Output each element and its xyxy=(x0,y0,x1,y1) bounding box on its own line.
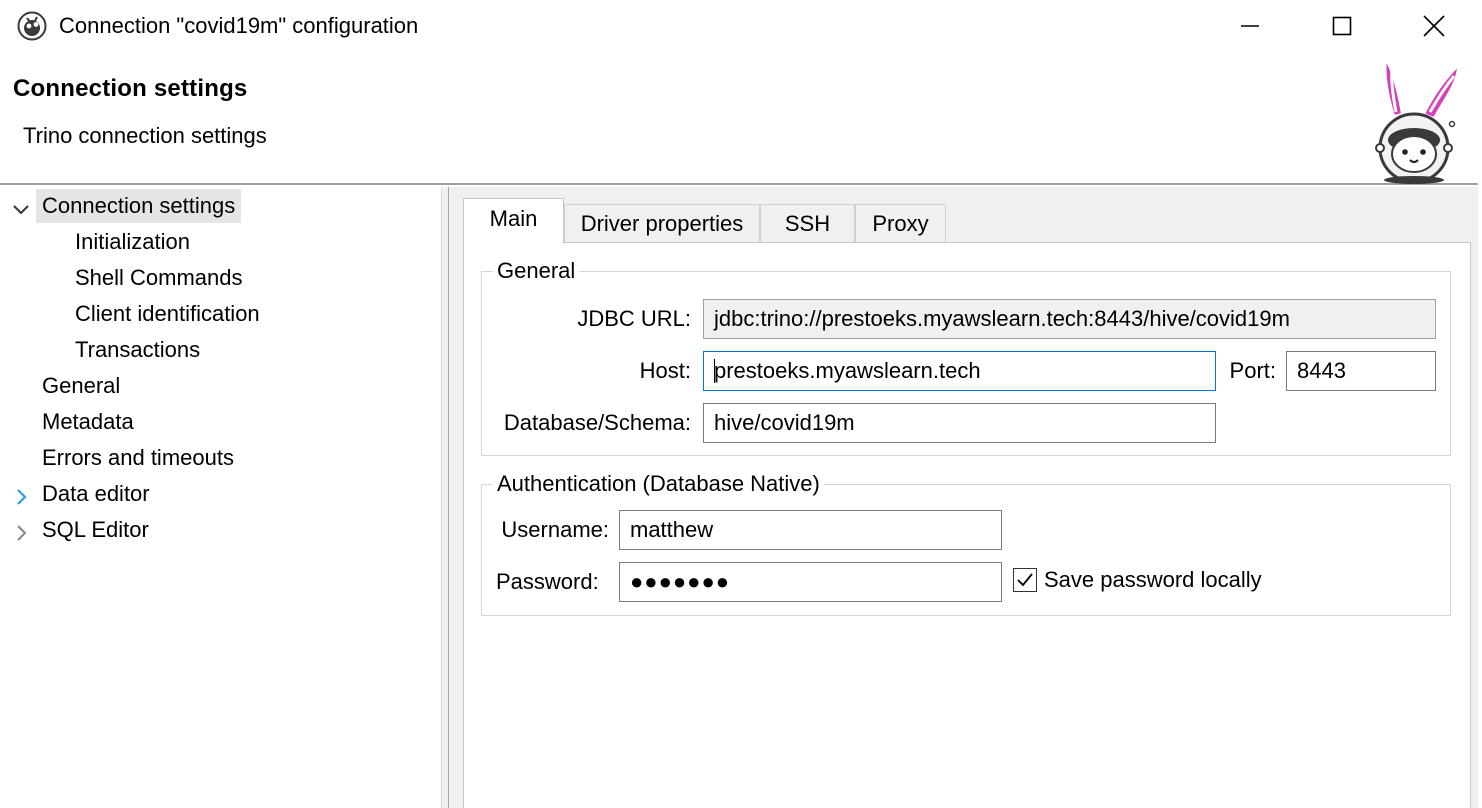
tab-ssh[interactable]: SSH xyxy=(760,204,855,242)
maximize-button[interactable] xyxy=(1296,0,1388,52)
dbeaver-icon xyxy=(17,11,47,41)
general-group: General JDBC URL: jdbc:trino://prestoeks… xyxy=(481,258,1451,456)
tab-main[interactable]: Main xyxy=(463,198,564,244)
jdbc-url-label: JDBC URL: xyxy=(577,306,691,331)
nav-item-transactions[interactable]: Transactions xyxy=(75,333,200,367)
nav-item-label: Connection settings xyxy=(42,193,236,218)
nav-item-errors-and-timeouts[interactable]: Errors and timeouts xyxy=(42,441,234,475)
minimize-icon xyxy=(1241,25,1259,27)
dialog-header: Connection settings Trino connection set… xyxy=(0,52,1482,185)
window-border xyxy=(1478,0,1482,808)
database-schema-value: hive/covid19m xyxy=(714,410,855,435)
chevron-down-icon[interactable] xyxy=(10,199,32,221)
username-field[interactable]: matthew xyxy=(619,510,1002,550)
nav-item-label: Metadata xyxy=(42,409,134,434)
nav-item-label: Shell Commands xyxy=(75,265,243,290)
nav-item-label: Transactions xyxy=(75,337,201,362)
tab-proxy[interactable]: Proxy xyxy=(855,204,946,242)
nav-item-metadata[interactable]: Metadata xyxy=(42,405,134,439)
tab-driver-properties[interactable]: Driver properties xyxy=(564,204,760,242)
jdbc-url-value: jdbc:trino://prestoeks.myawslearn.tech:8… xyxy=(714,306,1290,331)
password-value: ●●●●●●● xyxy=(630,569,731,594)
settings-nav-tree: Connection settings Initialization Shell… xyxy=(0,187,441,808)
nav-item-general[interactable]: General xyxy=(42,369,120,403)
close-icon xyxy=(1423,15,1445,37)
maximize-icon xyxy=(1332,16,1352,36)
nav-item-label: Data editor xyxy=(42,481,150,506)
tab-label: Driver properties xyxy=(580,211,744,236)
nav-item-label: Initialization xyxy=(75,229,190,254)
username-label: Username: xyxy=(501,517,609,542)
password-label: Password: xyxy=(496,569,599,594)
tab-label: SSH xyxy=(784,211,831,236)
authentication-group: Authentication (Database Native) Usernam… xyxy=(481,471,1451,616)
group-title: Authentication (Database Native) xyxy=(493,471,824,497)
nav-item-initialization[interactable]: Initialization xyxy=(75,225,190,259)
dbeaver-mascot-logo xyxy=(1375,56,1460,184)
nav-item-shell-commands[interactable]: Shell Commands xyxy=(75,261,243,295)
host-field[interactable]: prestoeks.myawslearn.tech xyxy=(703,351,1216,391)
header-subtitle: Trino connection settings xyxy=(23,123,267,148)
database-schema-field[interactable]: hive/covid19m xyxy=(703,403,1216,443)
nav-item-label: Errors and timeouts xyxy=(42,445,234,470)
nav-item-data-editor[interactable]: Data editor xyxy=(42,477,150,511)
splitter[interactable] xyxy=(441,187,449,808)
jdbc-url-field[interactable]: jdbc:trino://prestoeks.myawslearn.tech:8… xyxy=(703,299,1436,339)
nav-item-connection-settings[interactable]: Connection settings xyxy=(36,189,242,223)
window-title: Connection "covid19m" configuration xyxy=(59,13,419,38)
checkmark-icon xyxy=(1017,573,1033,587)
username-value: matthew xyxy=(630,517,714,542)
host-value: prestoeks.myawslearn.tech xyxy=(714,358,981,383)
group-title: General xyxy=(493,258,580,284)
text-caret xyxy=(714,359,715,384)
close-button[interactable] xyxy=(1388,0,1480,52)
password-field[interactable]: ●●●●●●● xyxy=(619,562,1002,602)
chevron-right-icon[interactable] xyxy=(11,486,33,508)
port-label: Port: xyxy=(1229,358,1276,383)
port-value: 8443 xyxy=(1297,358,1346,383)
port-field[interactable]: 8443 xyxy=(1286,351,1436,391)
database-schema-label: Database/Schema: xyxy=(503,410,691,435)
chevron-right-icon[interactable] xyxy=(11,522,33,544)
tab-label: Main xyxy=(489,206,538,231)
settings-panel: Main Driver properties SSH Proxy General… xyxy=(449,187,1482,808)
minimize-button[interactable] xyxy=(1204,0,1296,52)
nav-item-sql-editor[interactable]: SQL Editor xyxy=(42,513,149,547)
nav-item-label: General xyxy=(42,373,121,398)
tab-page-main: General JDBC URL: jdbc:trino://prestoeks… xyxy=(463,242,1471,808)
save-password-checkbox[interactable] xyxy=(1013,568,1037,592)
nav-item-client-identification[interactable]: Client identification xyxy=(75,297,260,331)
nav-item-label: SQL Editor xyxy=(42,517,149,542)
title-bar[interactable]: Connection "covid19m" configuration xyxy=(0,0,1482,52)
save-password-label[interactable]: Save password locally xyxy=(1044,560,1262,600)
nav-item-label: Client identification xyxy=(75,301,260,326)
tab-label: Proxy xyxy=(872,211,929,236)
host-label: Host: xyxy=(639,358,691,383)
header-title: Connection settings xyxy=(13,75,248,102)
